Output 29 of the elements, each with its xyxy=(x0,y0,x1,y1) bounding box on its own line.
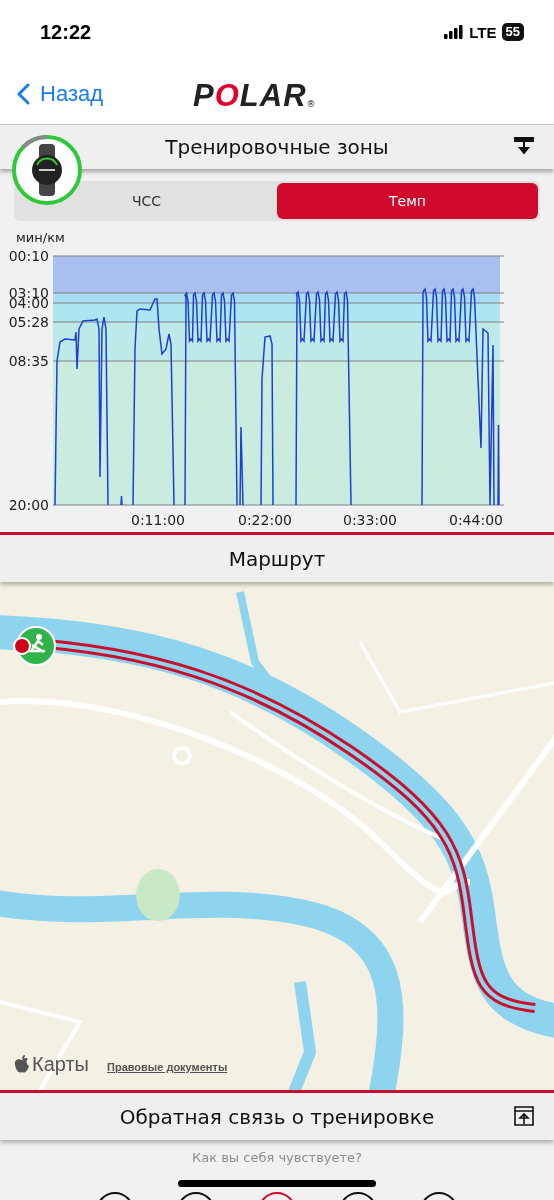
back-link[interactable]: Назад xyxy=(0,81,104,107)
section-title: Обратная связь о тренировке xyxy=(119,1104,435,1129)
y-tick-label: 00:10 xyxy=(8,248,49,264)
y-tick-label: 08:35 xyxy=(8,353,49,369)
segment-tab[interactable]: Темп xyxy=(277,183,538,219)
x-tick-label: 0:44:00 xyxy=(449,512,503,528)
box-arrow-up-icon[interactable] xyxy=(514,1106,534,1126)
feeling-prompt: Как вы себя чувствуете? xyxy=(191,1150,363,1165)
y-tick-label: 20:00 xyxy=(8,497,49,513)
y-tick-label: 05:28 xyxy=(8,314,49,330)
status-time: 12:22 xyxy=(40,20,92,44)
tray-down-icon[interactable] xyxy=(514,136,534,156)
segment-tab[interactable]: ЧСС xyxy=(16,183,277,219)
apple-icon xyxy=(14,1055,30,1074)
start-marker-icon xyxy=(10,624,56,668)
signal-icon xyxy=(444,25,465,39)
network-label: LTE xyxy=(469,23,497,41)
x-tick-label: 0:33:00 xyxy=(343,512,397,528)
chevron-left-icon xyxy=(17,83,30,105)
x-tick-label: 0:11:00 xyxy=(131,512,185,528)
section-title: Тренировочные зоны xyxy=(165,135,389,159)
brand-logo: POLAR xyxy=(193,81,307,111)
x-tick-label: 0:22:00 xyxy=(238,512,292,528)
legal-link[interactable]: Правовые документы xyxy=(107,1061,228,1073)
registered-mark: ® xyxy=(306,99,316,109)
battery-indicator: 55 xyxy=(501,23,524,41)
axis-unit: мин/км xyxy=(16,230,65,245)
maps-label: Карты xyxy=(32,1053,89,1076)
section-title: Маршрут xyxy=(228,546,326,571)
